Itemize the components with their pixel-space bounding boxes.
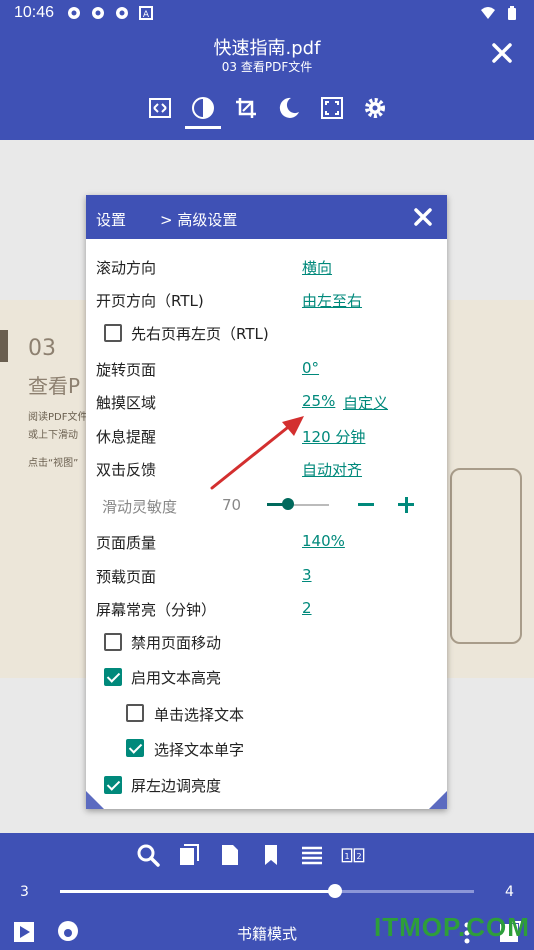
advanced-settings-dialog: 设置 > 高级设置 滚动方向 横向 开页方向（RTL) 由左至右 先右页再左页（… (86, 195, 447, 809)
settings-icon (92, 7, 104, 19)
tap-select-text-checkbox[interactable] (126, 704, 144, 722)
crop-icon[interactable] (234, 96, 258, 120)
breadcrumb-advanced: > 高级设置 (160, 211, 238, 229)
fit-width-icon[interactable] (148, 96, 172, 120)
setting-label: 滚动方向 (96, 259, 157, 277)
setting-label: 页面质量 (96, 534, 157, 552)
page-icon[interactable] (218, 843, 242, 867)
page-slider-fill (60, 890, 335, 893)
setting-label: 休息提醒 (96, 428, 157, 446)
touch-area-custom-link[interactable]: 自定义 (343, 392, 388, 413)
page-quality-value[interactable]: 140% (302, 532, 345, 550)
double-tap-value[interactable]: 自动对齐 (302, 459, 362, 480)
document-title: 快速指南.pdf (213, 38, 321, 59)
page-slider-thumb[interactable] (328, 884, 342, 898)
chapter-subtitle: 03 查看PDF文件 (221, 60, 313, 74)
page-text: 阅读PDF文件 (28, 412, 88, 423)
fullscreen-icon[interactable] (320, 96, 344, 120)
page-end-label: 4 (505, 884, 514, 900)
status-time: 10:46 (14, 4, 55, 21)
pages-icon[interactable] (177, 843, 201, 867)
scroll-direction-value[interactable]: 横向 (302, 257, 332, 278)
reader-header: 快速指南.pdf 03 查看PDF文件 (0, 28, 534, 140)
checkbox-label: 禁用页面移动 (131, 634, 222, 652)
breadcrumb-settings[interactable]: 设置 (96, 209, 126, 230)
svg-text:2: 2 (356, 852, 361, 861)
status-bar: 10:46 A (0, 0, 534, 28)
page-chapter-number: 03 (28, 336, 56, 361)
contrast-icon[interactable] (185, 96, 221, 129)
checkbox-label: 先右页再左页（RTL) (131, 325, 269, 343)
watermark-text: ITMOP.COM (374, 912, 530, 942)
screen-on-value[interactable]: 2 (302, 599, 312, 617)
setting-label: 开页方向（RTL) (96, 292, 204, 310)
search-icon[interactable] (136, 843, 160, 867)
rtl-checkbox[interactable] (104, 324, 122, 342)
two-page-icon[interactable]: 12 (341, 843, 365, 867)
night-mode-icon[interactable] (277, 96, 301, 120)
checkbox-label: 选择文本单字 (154, 741, 245, 759)
view-toolbar (148, 96, 387, 129)
svg-text:1: 1 (344, 852, 349, 861)
rest-reminder-value[interactable]: 120 分钟 (302, 426, 365, 447)
page-marker (0, 330, 8, 362)
page-text: 点击“视图” (28, 458, 79, 469)
page-text: 或上下滑动 (28, 430, 78, 441)
preload-pages-value[interactable]: 3 (302, 566, 312, 584)
page-start-label: 3 (20, 884, 29, 900)
settings-gear-icon[interactable] (363, 96, 387, 120)
setting-label: 双击反馈 (96, 461, 157, 479)
left-edge-brightness-checkbox[interactable] (104, 776, 122, 794)
close-icon[interactable] (490, 41, 514, 65)
decrease-button[interactable] (358, 503, 374, 506)
settings-icon (68, 7, 80, 19)
setting-label: 屏幕常亮（分钟） (96, 601, 217, 619)
bottom-toolbar: 12 (136, 843, 365, 867)
setting-label: 预载页面 (96, 568, 157, 586)
select-word-checkbox[interactable] (126, 739, 144, 757)
close-icon[interactable] (413, 207, 433, 227)
sensitivity-value: 70 (222, 496, 242, 514)
checkbox-label: 启用文本高亮 (131, 669, 222, 687)
disable-page-move-checkbox[interactable] (104, 633, 122, 651)
bookmark-icon[interactable] (259, 843, 283, 867)
page-heading: 查看P (28, 374, 81, 398)
resize-handle-right[interactable] (429, 791, 447, 809)
page-direction-value[interactable]: 由左至右 (302, 290, 362, 311)
checkbox-label: 单击选择文本 (154, 706, 245, 724)
battery-icon (508, 6, 516, 20)
setting-label: 触摸区域 (96, 394, 157, 412)
list-icon[interactable] (300, 843, 324, 867)
sensitivity-label: 滑动灵敏度 (102, 498, 178, 516)
resize-handle-left[interactable] (86, 791, 104, 809)
setting-label: 旋转页面 (96, 361, 157, 379)
dialog-header: 设置 > 高级设置 (86, 195, 447, 239)
checkbox-label: 屏左边调亮度 (131, 777, 222, 795)
annotation-arrow (210, 416, 304, 490)
svg-text:A: A (143, 10, 150, 20)
settings-icon (116, 7, 128, 19)
status-right-icons (480, 5, 520, 21)
sensitivity-slider-thumb[interactable] (282, 498, 294, 510)
phone-illustration (450, 468, 522, 644)
notification-icons: A (66, 5, 154, 21)
wifi-icon (481, 7, 495, 19)
rotate-value[interactable]: 0° (302, 359, 319, 377)
a-badge-icon: A (139, 6, 153, 20)
enable-text-highlight-checkbox[interactable] (104, 668, 122, 686)
